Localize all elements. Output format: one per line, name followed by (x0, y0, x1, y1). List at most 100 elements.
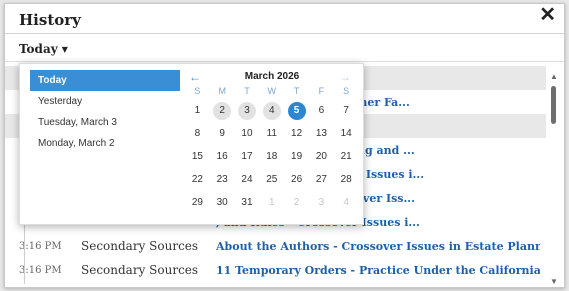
calendar-day[interactable]: 22 (185, 168, 210, 191)
scroll-down-icon[interactable]: ▼ (550, 277, 558, 286)
calendar-day[interactable]: 25 (259, 168, 284, 191)
calendar-day[interactable]: 2 (210, 99, 235, 122)
calendar-day[interactable]: 2 (284, 191, 309, 214)
date-preset-list: Today Yesterday Tuesday, March 3 Monday, Ma… (30, 70, 180, 154)
calendar-day[interactable]: 4 (259, 99, 284, 122)
calendar-day-selected[interactable]: 5 (284, 99, 309, 122)
calendar-day[interactable]: 31 (235, 191, 260, 214)
day-number: 8 (194, 128, 201, 139)
weekday-label: S (194, 86, 201, 96)
calendar-day[interactable]: 1 (185, 99, 210, 122)
calendar-day[interactable]: 16 (210, 145, 235, 168)
calendar-day[interactable]: 21 (334, 145, 359, 168)
calendar-day[interactable]: 23 (210, 168, 235, 191)
day-number: 15 (191, 151, 203, 162)
day-number: 3 (237, 101, 256, 120)
date-preset-item[interactable]: Today (30, 70, 180, 91)
calendar-day[interactable]: 30 (210, 191, 235, 214)
day-number: 10 (241, 128, 253, 139)
divider (5, 61, 564, 62)
scroll-up-icon[interactable]: ▲ (550, 72, 558, 81)
row-document-link[interactable]: About the Authors - Crossover Issues in … (216, 240, 540, 253)
date-preset-item[interactable]: Monday, March 2 (30, 133, 180, 154)
weekday-label: T (293, 86, 300, 96)
calendar-day[interactable]: 1 (259, 191, 284, 214)
date-preset-item[interactable]: Yesterday (30, 91, 180, 112)
calendar-day[interactable]: 14 (334, 122, 359, 145)
calendar-weekdays: SMTWTFS (185, 86, 359, 98)
next-month-arrow-icon[interactable]: → (339, 70, 351, 84)
history-row[interactable]: 3:16 PM Secondary Sources About the Author… (5, 234, 546, 258)
calendar-day[interactable]: 26 (284, 168, 309, 191)
day-number: 27 (315, 174, 327, 185)
day-number: 30 (216, 197, 228, 208)
day-number: 2 (293, 197, 300, 208)
day-number: 31 (241, 197, 253, 208)
calendar-day[interactable]: 20 (309, 145, 334, 168)
day-number: 22 (191, 174, 203, 185)
calendar-day[interactable]: 28 (334, 168, 359, 191)
day-number: 25 (266, 174, 278, 185)
day-number: 24 (241, 174, 253, 185)
calendar-header: ← March 2026 → (185, 70, 359, 86)
close-icon[interactable]: ✕ (539, 5, 556, 25)
calendar-day[interactable]: 4 (334, 191, 359, 214)
day-number: 12 (291, 128, 303, 139)
weekday-label: F (318, 86, 325, 96)
day-number: 23 (216, 174, 228, 185)
day-number: 28 (340, 174, 352, 185)
date-picker-popup: Today Yesterday Tuesday, March 3 Monday, Ma… (19, 63, 364, 225)
scrollbar-thumb[interactable] (551, 86, 556, 124)
calendar-day[interactable]: 19 (284, 145, 309, 168)
calendar-day[interactable]: 7 (334, 99, 359, 122)
weekday-label: S (343, 86, 350, 96)
weekday-label: T (244, 86, 250, 96)
day-number: 2 (213, 101, 232, 120)
scrollbar[interactable]: ▲ ▼ (548, 70, 560, 286)
calendar: ← March 2026 → SMTWTFS 1 2 3 4 5 6 7 8 9 10 11 12 13… (185, 70, 359, 214)
history-dialog: History ✕ Today ▼ rital Settlement and O… (4, 3, 565, 288)
day-number: 9 (219, 128, 225, 139)
row-document-link[interactable]: 11 Temporary Orders - Practice Under the… (216, 264, 540, 277)
calendar-day[interactable]: 13 (309, 122, 334, 145)
calendar-month-label: March 2026 (244, 71, 300, 82)
row-source: Secondary Sources (81, 239, 199, 253)
day-number: 21 (340, 151, 352, 162)
day-number: 14 (340, 128, 352, 139)
calendar-day[interactable]: 17 (235, 145, 260, 168)
calendar-day[interactable]: 9 (210, 122, 235, 145)
dialog-title: History (19, 11, 81, 29)
day-number: 6 (318, 105, 325, 116)
calendar-day[interactable]: 10 (235, 122, 260, 145)
weekday-label: W (267, 86, 277, 96)
calendar-days-grid: 1 2 3 4 5 6 7 8 9 10 11 12 13 14 15 16 17 18 19 20 21 22 23 24 2… (185, 99, 359, 214)
weekday-label: M (218, 86, 226, 96)
day-number: 13 (315, 128, 327, 139)
row-source: Secondary Sources (81, 263, 199, 277)
day-number: 18 (266, 151, 278, 162)
calendar-day[interactable]: 3 (235, 99, 260, 122)
calendar-day[interactable]: 27 (309, 168, 334, 191)
calendar-day[interactable]: 24 (235, 168, 260, 191)
day-number: 1 (194, 105, 201, 116)
date-preset-item[interactable]: Tuesday, March 3 (30, 112, 180, 133)
day-number: 16 (216, 151, 228, 162)
calendar-day[interactable]: 8 (185, 122, 210, 145)
divider (5, 33, 564, 34)
row-time: 3:16 PM (19, 264, 62, 276)
day-number: 19 (291, 151, 303, 162)
day-number: 1 (269, 197, 275, 208)
calendar-day[interactable]: 29 (185, 191, 210, 214)
date-filter-dropdown[interactable]: Today ▼ (19, 42, 68, 56)
calendar-day[interactable]: 15 (185, 145, 210, 168)
day-number: 20 (315, 151, 327, 162)
day-number: 3 (318, 197, 325, 208)
calendar-day[interactable]: 18 (259, 145, 284, 168)
history-row[interactable]: 3:16 PM Secondary Sources 11 Temporary Ord… (5, 258, 546, 282)
calendar-day[interactable]: 12 (284, 122, 309, 145)
calendar-day[interactable]: 3 (309, 191, 334, 214)
day-number: 5 (287, 101, 306, 120)
calendar-day[interactable]: 6 (309, 99, 334, 122)
calendar-day[interactable]: 11 (259, 122, 284, 145)
day-number: 26 (291, 174, 303, 185)
